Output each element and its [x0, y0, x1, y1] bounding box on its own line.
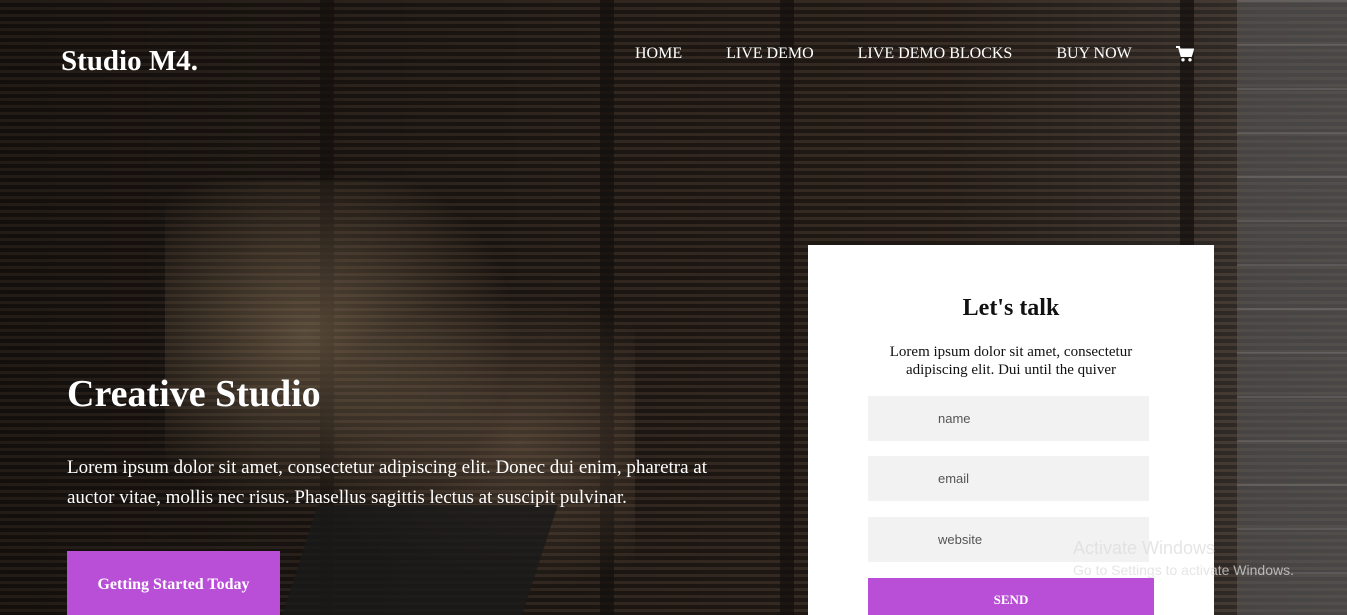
cart-icon[interactable] [1175, 46, 1195, 62]
watermark-title: Activate Windows [1073, 538, 1216, 558]
nav-item-buy-now[interactable]: BUY NOW [1056, 45, 1131, 63]
name-field[interactable] [868, 396, 1149, 441]
background-column [780, 0, 794, 615]
nav-item-live-demo[interactable]: LIVE DEMO [726, 45, 814, 63]
send-button[interactable]: SEND [868, 578, 1154, 615]
main-nav: HOME LIVE DEMO LIVE DEMO BLOCKS BUY NOW [635, 45, 1195, 63]
windows-activation-watermark: Activate Windows Go to Settings to activ… [1073, 538, 1294, 578]
getting-started-button[interactable]: Getting Started Today [67, 551, 280, 615]
nav-item-live-demo-blocks[interactable]: LIVE DEMO BLOCKS [858, 45, 1013, 63]
email-field[interactable] [868, 456, 1149, 501]
hero-description: Lorem ipsum dolor sit amet, consectetur … [67, 457, 708, 508]
contact-description: Lorem ipsum dolor sit amet, consectetur … [889, 344, 1133, 378]
watermark-subtitle: Go to Settings to activate Windows. [1073, 562, 1294, 578]
background-laptop [282, 505, 558, 615]
hero-title: Creative Studio [67, 373, 321, 415]
contact-title: Let's talk [962, 295, 1060, 321]
nav-item-home[interactable]: HOME [635, 45, 682, 63]
brand-logo[interactable]: Studio M4. [61, 45, 198, 78]
background-building [1237, 0, 1347, 615]
